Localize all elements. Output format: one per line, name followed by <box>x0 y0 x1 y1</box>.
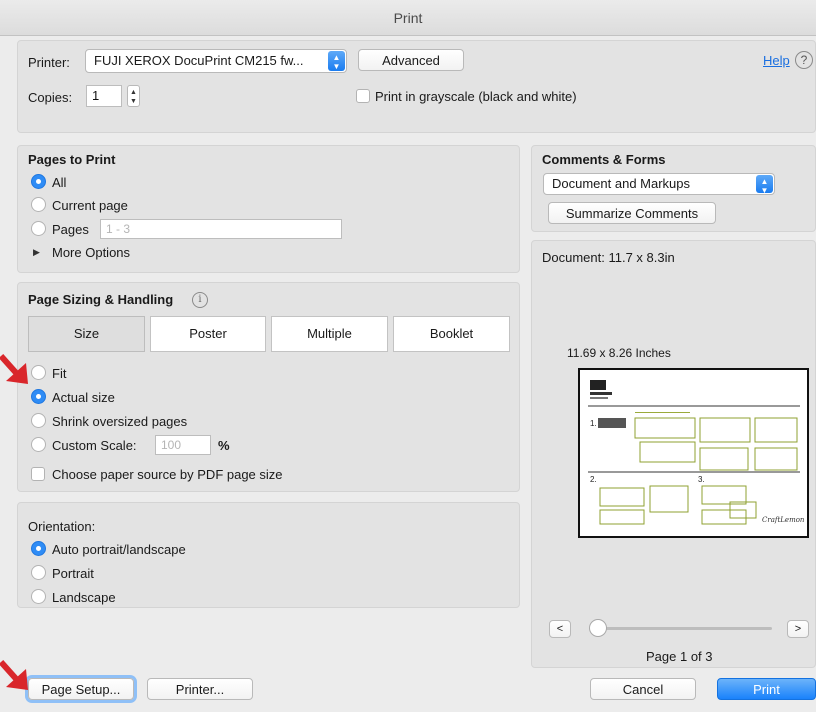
tab-booklet[interactable]: Booklet <box>393 316 510 352</box>
svg-text:3.: 3. <box>698 475 705 484</box>
advanced-button[interactable]: Advanced <box>358 49 464 71</box>
copies-input[interactable]: 1 <box>86 85 122 107</box>
actual-size-label: Actual size <box>52 390 115 405</box>
cancel-button[interactable]: Cancel <box>590 678 696 700</box>
help-link[interactable]: Help <box>763 53 790 68</box>
shrink-oversized-radio[interactable] <box>31 413 46 428</box>
landscape-label: Landscape <box>52 590 116 605</box>
previous-page-button[interactable]: < <box>549 620 571 638</box>
annotation-arrow-icon <box>0 354 28 384</box>
custom-scale-label: Custom Scale: <box>52 438 137 453</box>
portrait-radio[interactable] <box>31 565 46 580</box>
more-options-label[interactable]: More Options <box>52 245 130 260</box>
info-icon[interactable]: i <box>192 292 208 308</box>
updown-arrows-icon: ▲ ▼ <box>756 175 773 195</box>
paper-source-checkbox[interactable] <box>31 467 45 481</box>
tab-poster[interactable]: Poster <box>150 316 266 352</box>
copies-stepper[interactable]: ▲ ▼ <box>127 85 140 107</box>
custom-scale-radio[interactable] <box>31 437 46 452</box>
fit-radio[interactable] <box>31 365 46 380</box>
printer-label: Printer: <box>28 55 70 70</box>
page-sizing-title: Page Sizing & Handling <box>28 292 174 307</box>
pages-range-input[interactable]: 1 - 3 <box>100 219 342 239</box>
comments-forms-title: Comments & Forms <box>542 152 666 167</box>
printer-select-value: FUJI XEROX DocuPrint CM215 fw... <box>94 53 304 68</box>
next-page-button[interactable]: > <box>787 620 809 638</box>
all-pages-radio[interactable] <box>31 174 46 189</box>
comments-forms-select[interactable]: Document and Markups ▲ ▼ <box>543 173 775 195</box>
page-indicator: Page 1 of 3 <box>646 649 713 664</box>
actual-size-radio[interactable] <box>31 389 46 404</box>
printer-select[interactable]: FUJI XEROX DocuPrint CM215 fw... ▲ ▼ <box>85 49 347 73</box>
page-preview: 1. 2. 3. CraftLemon <box>578 368 809 538</box>
current-page-radio[interactable] <box>31 197 46 212</box>
landscape-radio[interactable] <box>31 589 46 604</box>
annotation-arrow-icon <box>0 660 28 690</box>
pages-to-print-title: Pages to Print <box>28 152 116 167</box>
updown-arrows-icon: ▲ ▼ <box>328 51 345 71</box>
page-slider-track[interactable] <box>598 627 772 630</box>
custom-scale-input[interactable]: 100 <box>155 435 211 455</box>
summarize-comments-button[interactable]: Summarize Comments <box>548 202 716 224</box>
auto-orientation-label: Auto portrait/landscape <box>52 542 186 557</box>
help-icon[interactable]: ? <box>795 51 813 69</box>
page-preview-content: 1. 2. 3. CraftLemon <box>588 380 805 525</box>
comments-forms-value: Document and Markups <box>552 176 691 191</box>
auto-orientation-radio[interactable] <box>31 541 46 556</box>
printer-button[interactable]: Printer... <box>147 678 253 700</box>
page-setup-button[interactable]: Page Setup... <box>28 678 134 700</box>
current-page-label: Current page <box>52 198 128 213</box>
page-sizing-panel <box>17 282 520 492</box>
tab-multiple[interactable]: Multiple <box>271 316 388 352</box>
portrait-label: Portrait <box>52 566 94 581</box>
grayscale-label: Print in grayscale (black and white) <box>375 89 577 104</box>
copies-label: Copies: <box>28 90 73 105</box>
preview-size-label: 11.69 x 8.26 Inches <box>567 346 671 360</box>
shrink-oversized-label: Shrink oversized pages <box>52 414 188 429</box>
grayscale-checkbox[interactable] <box>356 89 370 103</box>
page-slider-thumb[interactable] <box>589 619 607 637</box>
svg-text:CraftLemon: CraftLemon <box>762 516 805 524</box>
svg-text:2.: 2. <box>590 475 597 484</box>
document-size-label: Document: 11.7 x 8.3in <box>542 250 675 265</box>
print-button[interactable]: Print <box>717 678 816 700</box>
fit-label: Fit <box>52 366 67 381</box>
percent-label: % <box>218 438 230 453</box>
all-pages-label: All <box>52 175 67 190</box>
svg-text:1.: 1. <box>590 419 597 428</box>
window-title: Print <box>0 0 816 36</box>
pages-range-label: Pages <box>52 222 89 237</box>
disclosure-triangle-icon[interactable]: ▶ <box>33 247 40 258</box>
tab-size[interactable]: Size <box>28 316 145 352</box>
orientation-title: Orientation: <box>28 519 96 534</box>
paper-source-label: Choose paper source by PDF page size <box>52 467 283 482</box>
pages-range-radio[interactable] <box>31 221 46 236</box>
